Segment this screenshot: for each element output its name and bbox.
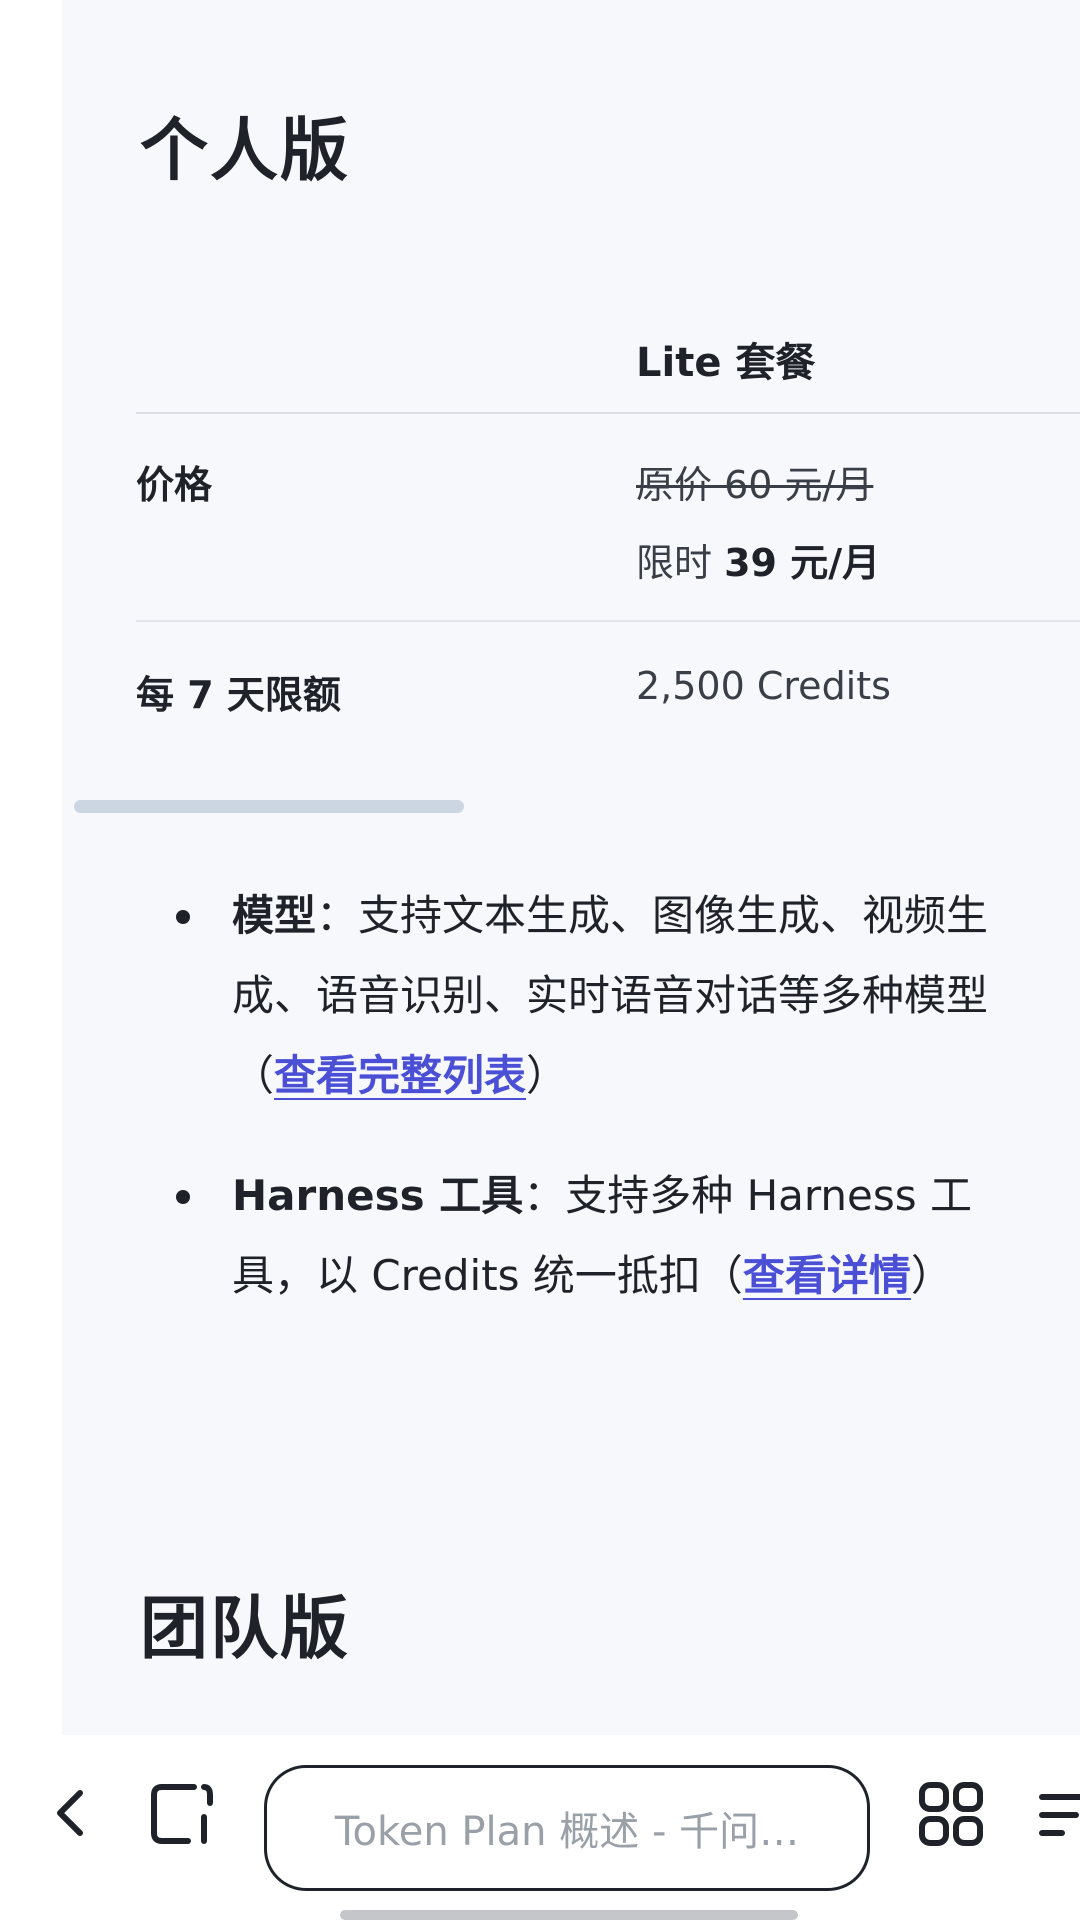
tab-switcher-button[interactable] [148,1779,218,1849]
grid-icon [919,1782,983,1846]
list-item-models: 模型：支持文本生成、图像生成、视频生成、语音识别、实时语音对话等多种模型（查看完… [160,876,1020,1116]
plan-header-lite: Lite 套餐 [636,340,816,386]
sale-price-value: 39 元/月 [724,541,881,585]
menu-icon [1039,1794,1080,1836]
sale-price: 限时 39 元/月 [636,532,880,587]
plan-table: Lite 套餐 价格 原价 60 元/月 限时 39 元/月 每 7 天限额 2… [136,300,1080,752]
quota-value: 2,500 Credits [636,664,891,708]
view-full-list-link[interactable]: 查看完整列表 [274,1051,526,1100]
grid-menu-button[interactable] [918,1781,984,1847]
content-panel: 个人版 Lite 套餐 价格 原价 60 元/月 限时 39 元/月 每 7 天… [62,0,1080,1735]
sale-price-prefix: 限时 [636,541,725,585]
back-icon [57,1790,83,1836]
original-price: 原价 60 元/月 [636,463,874,507]
bullet-dot-icon [176,910,190,924]
table-header: Lite 套餐 [136,300,1080,414]
personal-plan-title: 个人版 [140,112,351,191]
home-indicator[interactable] [340,1910,798,1920]
back-button[interactable] [40,1783,100,1843]
address-bar[interactable]: Token Plan 概述 - 千问… [264,1765,870,1891]
table-horizontal-scrollbar[interactable] [74,800,464,813]
feature-list: 模型：支持文本生成、图像生成、视频生成、语音识别、实时语音对话等多种模型（查看完… [160,876,1020,1356]
list-item-harness: Harness 工具：支持多种 Harness 工具，以 Credits 统一抵… [160,1156,1020,1316]
tab-icon [151,1784,213,1844]
harness-heading: Harness 工具 [232,1171,524,1220]
more-menu-button[interactable] [1036,1785,1080,1845]
browser-bottom-bar: Token Plan 概述 - 千问… [0,1735,1080,1920]
quota-label: 每 7 天限额 [136,673,341,717]
models-heading: 模型 [232,891,317,940]
view-details-link[interactable]: 查看详情 [743,1251,911,1300]
models-suffix: ） [526,1051,569,1100]
page: 个人版 Lite 套餐 价格 原价 60 元/月 限时 39 元/月 每 7 天… [0,0,1080,1920]
price-row: 价格 原价 60 元/月 限时 39 元/月 [136,414,1080,622]
quota-row: 每 7 天限额 2,500 Credits [136,622,1080,752]
bullet-dot-icon [176,1190,190,1204]
harness-suffix: ） [910,1251,953,1300]
team-plan-title: 团队版 [140,1590,351,1669]
price-label: 价格 [136,463,213,507]
